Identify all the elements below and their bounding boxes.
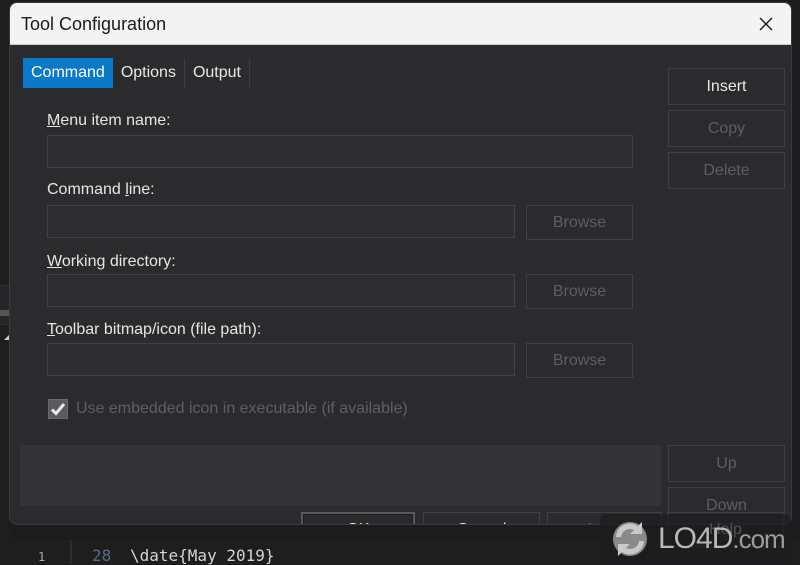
label-text: Command bbox=[47, 181, 126, 198]
tab-command[interactable]: Command bbox=[23, 58, 113, 88]
command-line-field[interactable] bbox=[47, 205, 515, 238]
insert-button[interactable]: Insert bbox=[668, 68, 785, 105]
lo4d-logo-icon bbox=[613, 522, 647, 556]
cancel-button[interactable]: Cancel bbox=[423, 512, 540, 524]
working-directory-field[interactable] bbox=[47, 274, 515, 307]
browse-directory-button[interactable]: Browse bbox=[526, 274, 633, 309]
checkmark-icon bbox=[50, 403, 66, 416]
watermark-text: LO4D.com bbox=[658, 522, 786, 556]
menu-item-name-field[interactable] bbox=[47, 135, 633, 168]
working-directory-input[interactable] bbox=[48, 275, 514, 306]
copy-button[interactable]: Copy bbox=[668, 110, 785, 147]
tab-bar: Command Options Output bbox=[23, 58, 250, 88]
working-directory-label: Working directory: bbox=[47, 253, 176, 271]
use-embedded-icon-label: Use embedded icon in executable (if avai… bbox=[76, 400, 408, 417]
toolbar-icon-input[interactable] bbox=[48, 344, 514, 375]
title-bar: Tool Configuration bbox=[10, 3, 791, 45]
toolbar-icon-field[interactable] bbox=[47, 343, 515, 376]
tab-options[interactable]: Options bbox=[113, 58, 185, 88]
background-code-line: \date{May 2019} bbox=[130, 546, 275, 565]
tab-output[interactable]: Output bbox=[185, 58, 250, 88]
menu-item-name-input[interactable] bbox=[48, 136, 632, 167]
mnemonic: T bbox=[47, 321, 55, 338]
browse-icon-button[interactable]: Browse bbox=[526, 343, 633, 378]
toolbar-icon-label: Toolbar bitmap/icon (file path): bbox=[47, 321, 261, 339]
use-embedded-icon-checkbox[interactable] bbox=[48, 399, 68, 419]
ok-button[interactable]: OK bbox=[301, 512, 415, 524]
background-line-number: 28 bbox=[92, 546, 112, 565]
label-text: orking directory: bbox=[61, 253, 176, 270]
watermark: LO4D.com bbox=[600, 514, 790, 564]
watermark-suffix: .com bbox=[732, 524, 785, 554]
up-button[interactable]: Up bbox=[668, 445, 785, 482]
tool-configuration-dialog: Tool Configuration Command Options Outpu… bbox=[9, 2, 792, 525]
close-button[interactable] bbox=[751, 9, 781, 39]
dialog-title: Tool Configuration bbox=[21, 14, 167, 34]
browse-command-button[interactable]: Browse bbox=[526, 205, 633, 240]
command-line-input[interactable] bbox=[48, 206, 514, 237]
label-text: ine: bbox=[128, 181, 155, 198]
close-icon bbox=[759, 17, 773, 31]
background-gutter-divider bbox=[70, 540, 72, 564]
label-text: oolbar bitmap/icon (file path): bbox=[55, 321, 262, 338]
mnemonic: M bbox=[47, 112, 61, 129]
menu-item-name-label: Menu item name: bbox=[47, 112, 171, 130]
delete-button[interactable]: Delete bbox=[668, 152, 785, 189]
mnemonic: W bbox=[47, 253, 62, 270]
command-line-label: Command line: bbox=[47, 181, 155, 199]
watermark-brand: LO4D bbox=[658, 522, 733, 555]
background-gutter-number: 1 bbox=[38, 550, 46, 564]
use-embedded-icon-row[interactable]: Use embedded icon in executable (if avai… bbox=[48, 399, 408, 419]
label-text: enu item name: bbox=[60, 112, 171, 129]
description-panel bbox=[20, 445, 661, 506]
